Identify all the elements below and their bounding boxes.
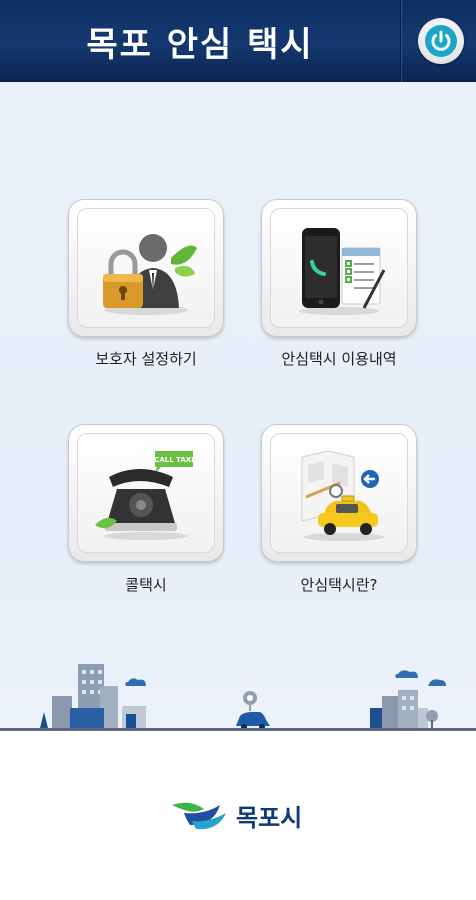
guardian-settings-label: 보호자 설정하기 bbox=[95, 350, 197, 368]
call-taxi-phone-icon: CALL TAXI bbox=[95, 451, 194, 540]
tile-frame bbox=[77, 208, 215, 328]
app-title: 목포 안심 택시 bbox=[86, 24, 314, 65]
guardian-lock-icon bbox=[103, 234, 197, 315]
power-icon bbox=[425, 25, 457, 57]
about-safe-taxi-label: 안심택시란? bbox=[300, 576, 378, 594]
svg-text:CALL TAXI: CALL TAXI bbox=[154, 456, 194, 464]
phone-history-icon bbox=[299, 228, 386, 315]
mokpo-bird-logo-icon bbox=[172, 802, 226, 830]
tile-frame bbox=[270, 433, 408, 553]
header-divider bbox=[400, 0, 402, 82]
main-area: 보호자 설정하기 안심택시 이용내역 CALL TAXI 콜택시 안심택시란? bbox=[0, 82, 476, 732]
call-taxi-button[interactable]: CALL TAXI bbox=[68, 424, 224, 562]
tile-frame bbox=[270, 208, 408, 328]
call-taxi-label: 콜택시 bbox=[125, 576, 167, 594]
app-header: 목포 안심 택시 bbox=[0, 0, 476, 82]
power-button[interactable] bbox=[418, 18, 464, 64]
taxi-map-icon bbox=[301, 450, 384, 541]
guardian-settings-button[interactable] bbox=[68, 199, 224, 337]
city-skyline-illustration bbox=[40, 664, 446, 730]
usage-history-button[interactable] bbox=[261, 199, 417, 337]
usage-history-label: 안심택시 이용내역 bbox=[281, 350, 397, 368]
about-safe-taxi-button[interactable] bbox=[261, 424, 417, 562]
tile-frame: CALL TAXI bbox=[77, 433, 215, 553]
mokpo-logo-text: 목포시 bbox=[236, 803, 303, 832]
mokpo-city-logo: 목포시 bbox=[170, 795, 320, 835]
